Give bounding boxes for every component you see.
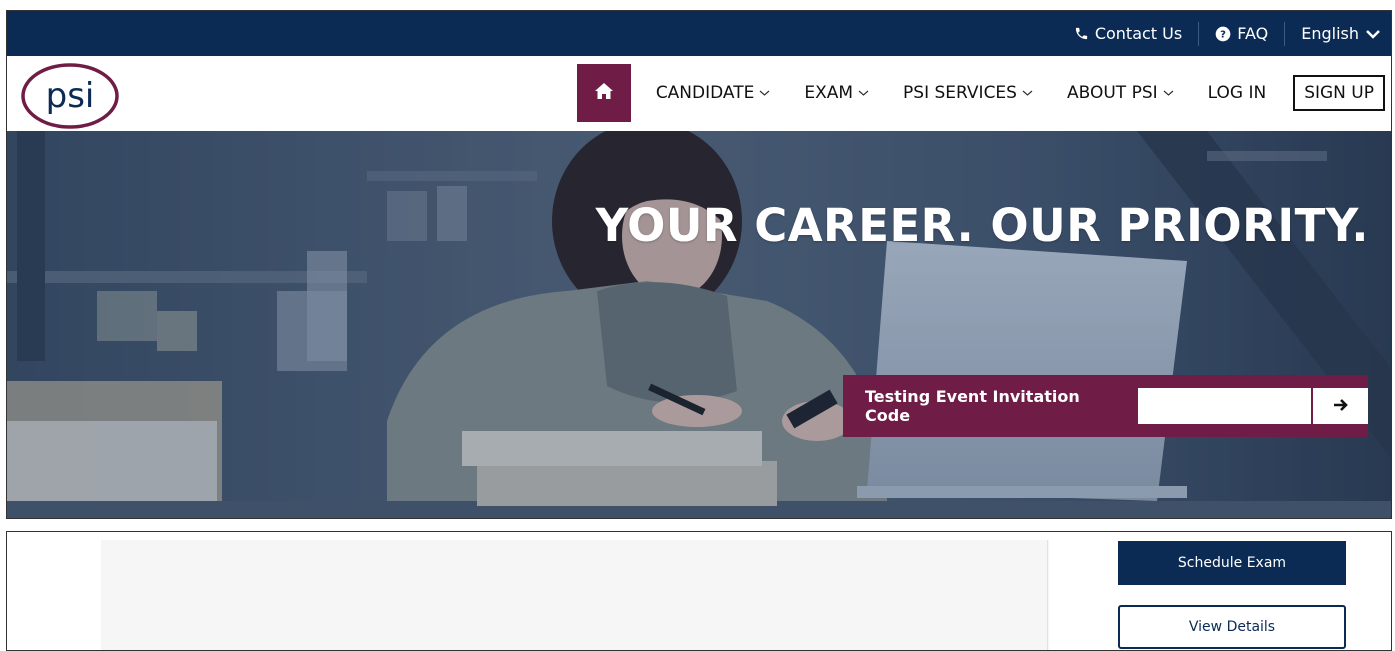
- question-circle-icon: ?: [1215, 26, 1231, 42]
- home-icon: [594, 82, 614, 104]
- arrow-right-icon: [1333, 397, 1349, 416]
- invitation-code-panel: Testing Event Invitation Code: [843, 375, 1368, 437]
- schedule-exam-button[interactable]: Schedule Exam: [1118, 541, 1346, 585]
- screenshot-bottom: Schedule Exam View Details: [6, 531, 1392, 651]
- contact-us-label: Contact Us: [1094, 24, 1183, 43]
- view-details-button[interactable]: View Details: [1118, 605, 1346, 649]
- nav-log-in[interactable]: LOG IN: [1191, 64, 1284, 122]
- invitation-submit-button[interactable]: [1313, 388, 1368, 424]
- psi-logo[interactable]: psi: [20, 62, 120, 129]
- hero-background-image: [7, 131, 1391, 518]
- content-panel: [101, 540, 1049, 650]
- faq-link[interactable]: ? FAQ: [1199, 23, 1284, 45]
- nav-exam[interactable]: EXAM: [787, 64, 886, 122]
- nav-candidate-label: CANDIDATE: [655, 83, 755, 103]
- primary-nav: CANDIDATE EXAM PSI SERVICES ABOUT PSI LO…: [576, 64, 1385, 122]
- nav-about-psi[interactable]: ABOUT PSI: [1050, 64, 1191, 122]
- divider: [1047, 540, 1048, 650]
- svg-text:?: ?: [1220, 29, 1226, 40]
- language-selector[interactable]: English: [1285, 23, 1381, 45]
- invitation-code-input[interactable]: [1138, 388, 1312, 424]
- screenshot-top: Contact Us ? FAQ English psi CANDIDATE E…: [6, 10, 1392, 519]
- chevron-down-icon: [759, 86, 770, 100]
- nav-psi-services-label: PSI SERVICES: [903, 83, 1017, 103]
- nav-exam-label: EXAM: [804, 83, 854, 103]
- faq-label: FAQ: [1237, 24, 1269, 43]
- chevron-down-icon: [1365, 28, 1381, 40]
- nav-about-psi-label: ABOUT PSI: [1066, 83, 1158, 103]
- nav-candidate[interactable]: CANDIDATE: [639, 64, 788, 122]
- sign-up-button[interactable]: SIGN UP: [1293, 75, 1385, 111]
- home-button[interactable]: [576, 64, 631, 122]
- nav-log-in-label: LOG IN: [1207, 83, 1267, 103]
- invitation-code-label: Testing Event Invitation Code: [865, 387, 1080, 425]
- logo-text: psi: [46, 76, 95, 116]
- language-label: English: [1301, 24, 1359, 43]
- chevron-down-icon: [1022, 86, 1033, 100]
- chevron-down-icon: [858, 86, 869, 100]
- contact-us-link[interactable]: Contact Us: [1058, 23, 1198, 45]
- main-navbar: psi CANDIDATE EXAM PSI SERVICES ABOUT PS…: [7, 56, 1391, 131]
- utility-bar: Contact Us ? FAQ English: [7, 11, 1391, 56]
- hero-headline: YOUR CAREER. OUR PRIORITY.: [595, 199, 1369, 252]
- phone-icon: [1074, 26, 1089, 41]
- chevron-down-icon: [1163, 86, 1174, 100]
- nav-psi-services[interactable]: PSI SERVICES: [886, 64, 1050, 122]
- left-column: [7, 532, 101, 650]
- hero-banner: YOUR CAREER. OUR PRIORITY. Testing Event…: [7, 131, 1391, 518]
